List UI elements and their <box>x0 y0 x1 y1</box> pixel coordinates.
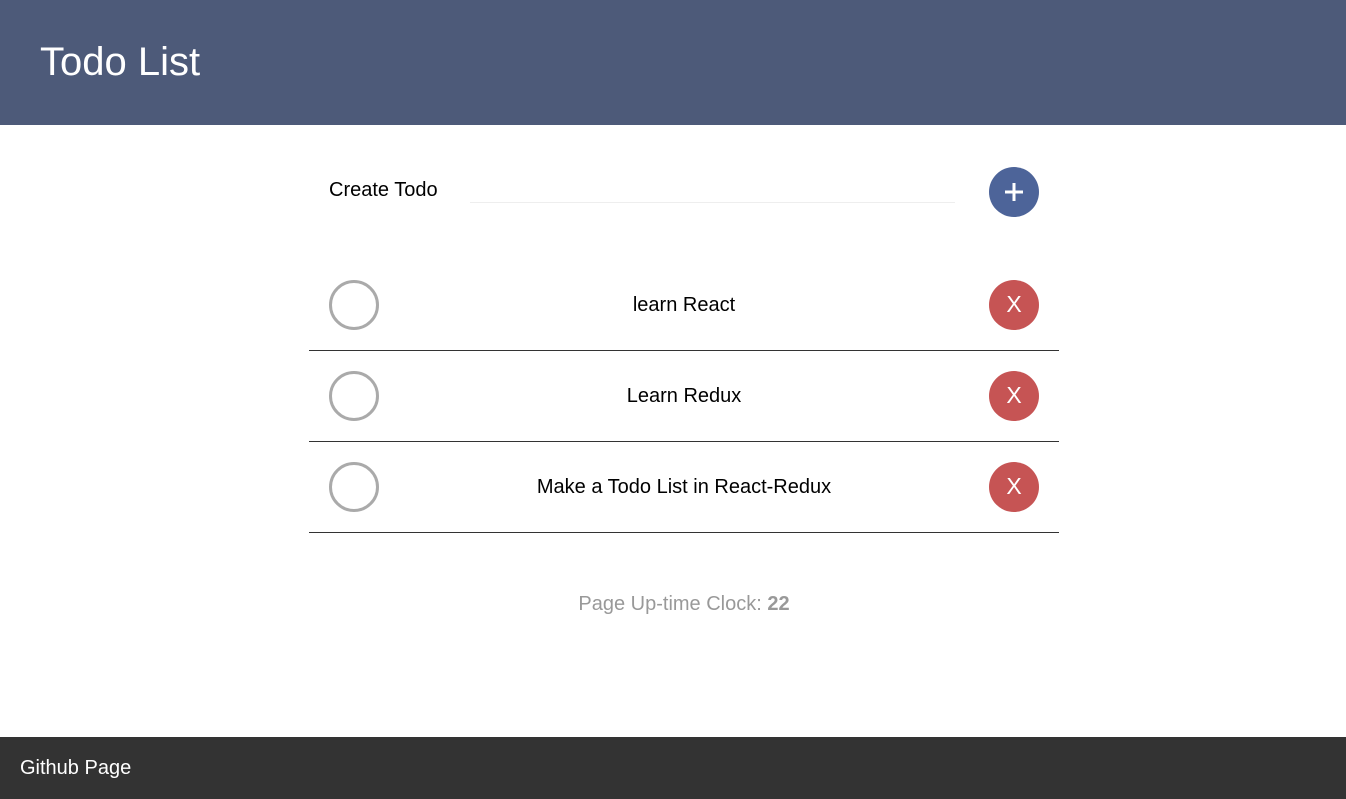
uptime-clock-value: 22 <box>767 593 790 615</box>
todo-text: Make a Todo List in React-Redux <box>536 476 832 498</box>
todo-item: Make a Todo List in React-Redux X <box>309 442 1059 533</box>
main-content: Create Todo learn React X Learn Redux X … <box>309 125 1059 533</box>
create-todo-label: Create Todo <box>329 179 438 201</box>
add-todo-button[interactable] <box>989 167 1039 217</box>
todo-item: Learn Redux X <box>309 351 1059 442</box>
todo-text: learn React <box>632 294 736 316</box>
app-footer: Github Page <box>0 737 1346 799</box>
create-todo-form: Create Todo <box>309 125 1059 265</box>
github-page-link[interactable]: Github Page <box>20 757 131 779</box>
close-icon: X <box>1006 387 1021 405</box>
uptime-clock-label: Page Up-time Clock: <box>578 593 768 615</box>
todo-text: Learn Redux <box>626 385 742 407</box>
create-todo-input[interactable] <box>470 177 955 203</box>
delete-todo-button[interactable]: X <box>989 280 1039 330</box>
close-icon: X <box>1006 296 1021 314</box>
page-title: Todo List <box>40 40 201 84</box>
delete-label: X <box>1006 296 1021 314</box>
close-icon: X <box>1006 478 1021 496</box>
todo-complete-toggle[interactable] <box>329 371 379 421</box>
uptime-clock: Page Up-time Clock: 22 <box>0 593 1346 615</box>
plus-icon <box>1005 183 1023 201</box>
todo-complete-toggle[interactable] <box>329 462 379 512</box>
todo-item: learn React X <box>309 265 1059 351</box>
delete-todo-button[interactable]: X <box>989 462 1039 512</box>
todo-list: learn React X Learn Redux X Make a Todo … <box>309 265 1059 533</box>
delete-todo-button[interactable]: X <box>989 371 1039 421</box>
delete-label: X <box>1006 387 1021 405</box>
app-header: Todo List <box>0 0 1346 125</box>
delete-label: X <box>1006 478 1021 496</box>
todo-complete-toggle[interactable] <box>329 280 379 330</box>
